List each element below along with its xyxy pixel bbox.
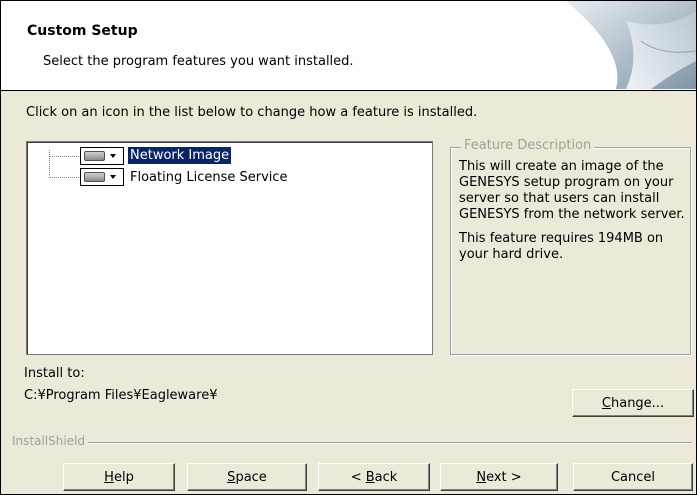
cancel-button[interactable]: Cancel: [573, 463, 693, 491]
description-paragraph: This will create an image of the GENESYS…: [459, 159, 685, 222]
hard-drive-icon: [84, 172, 105, 182]
feature-description-legend: Feature Description: [461, 138, 595, 153]
instruction-text: Click on an icon in the list below to ch…: [26, 105, 478, 120]
tree-connector: [49, 156, 79, 157]
tree-connector: [49, 150, 50, 175]
header-banner: Custom Setup Select the program features…: [1, 1, 696, 91]
footer-separator: [12, 442, 692, 444]
description-paragraph: This feature requires 194MB on your hard…: [459, 231, 664, 262]
space-button[interactable]: Space: [187, 463, 307, 491]
installshield-brand: InstallShield: [12, 434, 89, 448]
feature-install-dropdown[interactable]: [80, 147, 124, 165]
feature-description-text: This will create an image of the GENESYS…: [459, 159, 687, 271]
tree-item-floating-license-service[interactable]: Floating License Service: [128, 169, 290, 186]
help-button[interactable]: Help: [63, 463, 175, 491]
dropdown-arrow-icon: [110, 154, 116, 158]
feature-tree[interactable]: Network Image Floating License Service: [26, 141, 433, 355]
feature-install-dropdown[interactable]: [80, 168, 124, 186]
tree-item-network-image[interactable]: Network Image: [126, 146, 233, 165]
back-button[interactable]: < Back: [318, 463, 430, 491]
next-button[interactable]: Next >: [440, 463, 558, 491]
install-to-label: Install to:: [24, 366, 85, 381]
hard-drive-icon: [84, 151, 105, 161]
page-subtitle: Select the program features you want ins…: [43, 54, 354, 69]
page-title: Custom Setup: [27, 23, 138, 39]
change-button[interactable]: Change...: [572, 389, 694, 417]
install-path-value: C:¥Program Files¥Eagleware¥: [24, 388, 218, 403]
dropdown-arrow-icon: [110, 175, 116, 179]
page-curl-art-icon: [566, 1, 696, 89]
tree-connector: [49, 177, 79, 178]
